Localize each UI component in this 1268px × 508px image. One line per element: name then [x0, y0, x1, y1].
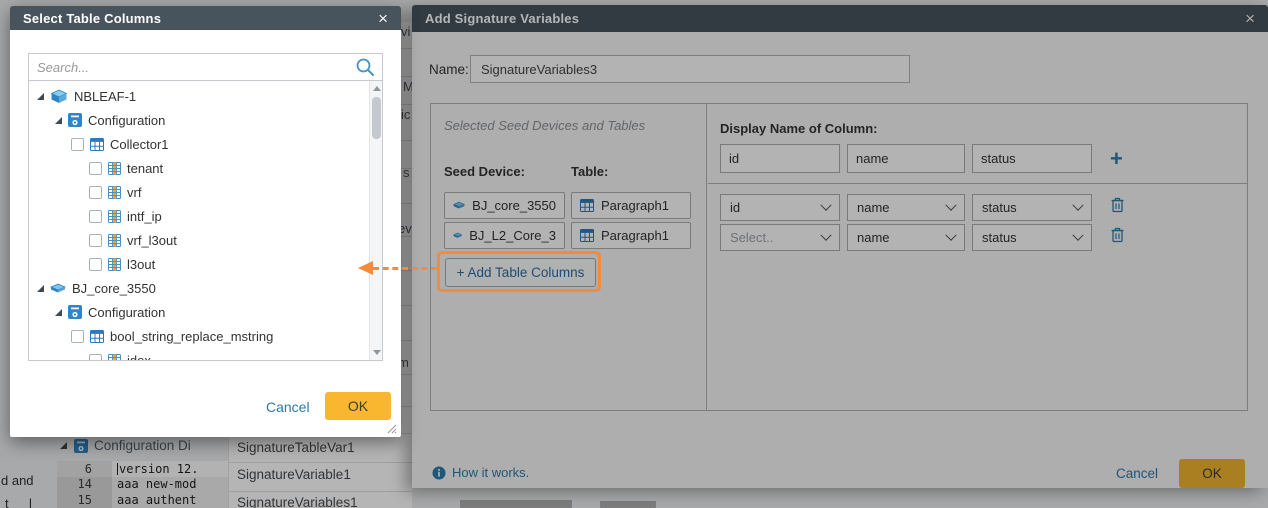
tree-item-configuration[interactable]: Configuration	[29, 108, 382, 132]
tree-item-label: vrf	[127, 185, 141, 200]
scrollbar-thumb[interactable]	[372, 97, 381, 139]
column-icon	[108, 210, 121, 223]
tree-item-column[interactable]: idex	[29, 348, 382, 361]
resize-grip[interactable]	[386, 423, 397, 434]
tree-item-label: Configuration	[88, 113, 165, 128]
checkbox[interactable]	[89, 210, 102, 223]
tree-item-label: bool_string_replace_mstring	[110, 329, 273, 344]
expander-icon[interactable]	[55, 117, 62, 124]
checkbox[interactable]	[89, 186, 102, 199]
config-icon	[68, 113, 82, 127]
select-table-columns-dialog: Select Table Columns × NBLEAF-1	[10, 6, 401, 437]
checkbox[interactable]	[71, 330, 84, 343]
search-icon[interactable]	[355, 57, 375, 77]
expander-icon[interactable]	[37, 285, 44, 292]
annotation-highlight-box	[437, 251, 601, 292]
tree-item-column[interactable]: l3out	[29, 252, 382, 276]
checkbox[interactable]	[89, 162, 102, 175]
screen: d and t l Configuration Di	[0, 0, 1268, 508]
device-tree: NBLEAF-1 Configuration Collector1	[28, 80, 383, 361]
column-icon	[108, 354, 121, 362]
device-cube-icon	[50, 89, 68, 104]
column-icon	[108, 258, 121, 271]
search-box	[28, 53, 383, 81]
tree-item-label: tenant	[127, 161, 163, 176]
tree-item-column[interactable]: intf_ip	[29, 204, 382, 228]
expander-icon[interactable]	[37, 93, 44, 100]
tree-item-table[interactable]: bool_string_replace_mstring	[29, 324, 382, 348]
annotation-arrow-icon	[358, 261, 373, 275]
tree-item-label: l3out	[127, 257, 155, 272]
scroll-up-icon[interactable]	[373, 86, 381, 91]
tree-item-label: vrf_l3out	[127, 233, 177, 248]
column-icon	[108, 186, 121, 199]
config-icon	[68, 305, 82, 319]
dialog-header: Select Table Columns ×	[10, 6, 401, 30]
checkbox[interactable]	[71, 138, 84, 151]
tree-item-label: NBLEAF-1	[74, 89, 136, 104]
tree-item-device[interactable]: BJ_core_3550	[29, 276, 382, 300]
tree-item-device[interactable]: NBLEAF-1	[29, 84, 382, 108]
search-input[interactable]	[29, 54, 355, 80]
tree-item-column[interactable]: vrf_l3out	[29, 228, 382, 252]
checkbox[interactable]	[89, 354, 102, 362]
column-icon	[108, 234, 121, 247]
device-icon	[50, 283, 66, 294]
tree-item-column[interactable]: vrf	[29, 180, 382, 204]
table-icon	[90, 330, 104, 343]
cancel-button[interactable]: Cancel	[266, 399, 310, 415]
checkbox[interactable]	[89, 258, 102, 271]
close-icon[interactable]: ×	[378, 10, 388, 27]
tree-item-label: Configuration	[88, 305, 165, 320]
column-icon	[108, 162, 121, 175]
tree-item-column[interactable]: tenant	[29, 156, 382, 180]
tree-item-table[interactable]: Collector1	[29, 132, 382, 156]
scroll-down-icon[interactable]	[373, 350, 381, 355]
scrollbar[interactable]	[369, 81, 382, 360]
tree-item-configuration[interactable]: Configuration	[29, 300, 382, 324]
dialog-title: Select Table Columns	[23, 11, 161, 26]
ok-button[interactable]: OK	[325, 392, 391, 420]
expander-icon[interactable]	[55, 309, 62, 316]
tree-item-label: idex	[127, 353, 151, 362]
tree-item-label: Collector1	[110, 137, 169, 152]
table-icon	[90, 138, 104, 151]
tree-item-label: BJ_core_3550	[72, 281, 156, 296]
tree-item-label: intf_ip	[127, 209, 162, 224]
annotation-arrow-line	[373, 267, 437, 270]
checkbox[interactable]	[89, 234, 102, 247]
